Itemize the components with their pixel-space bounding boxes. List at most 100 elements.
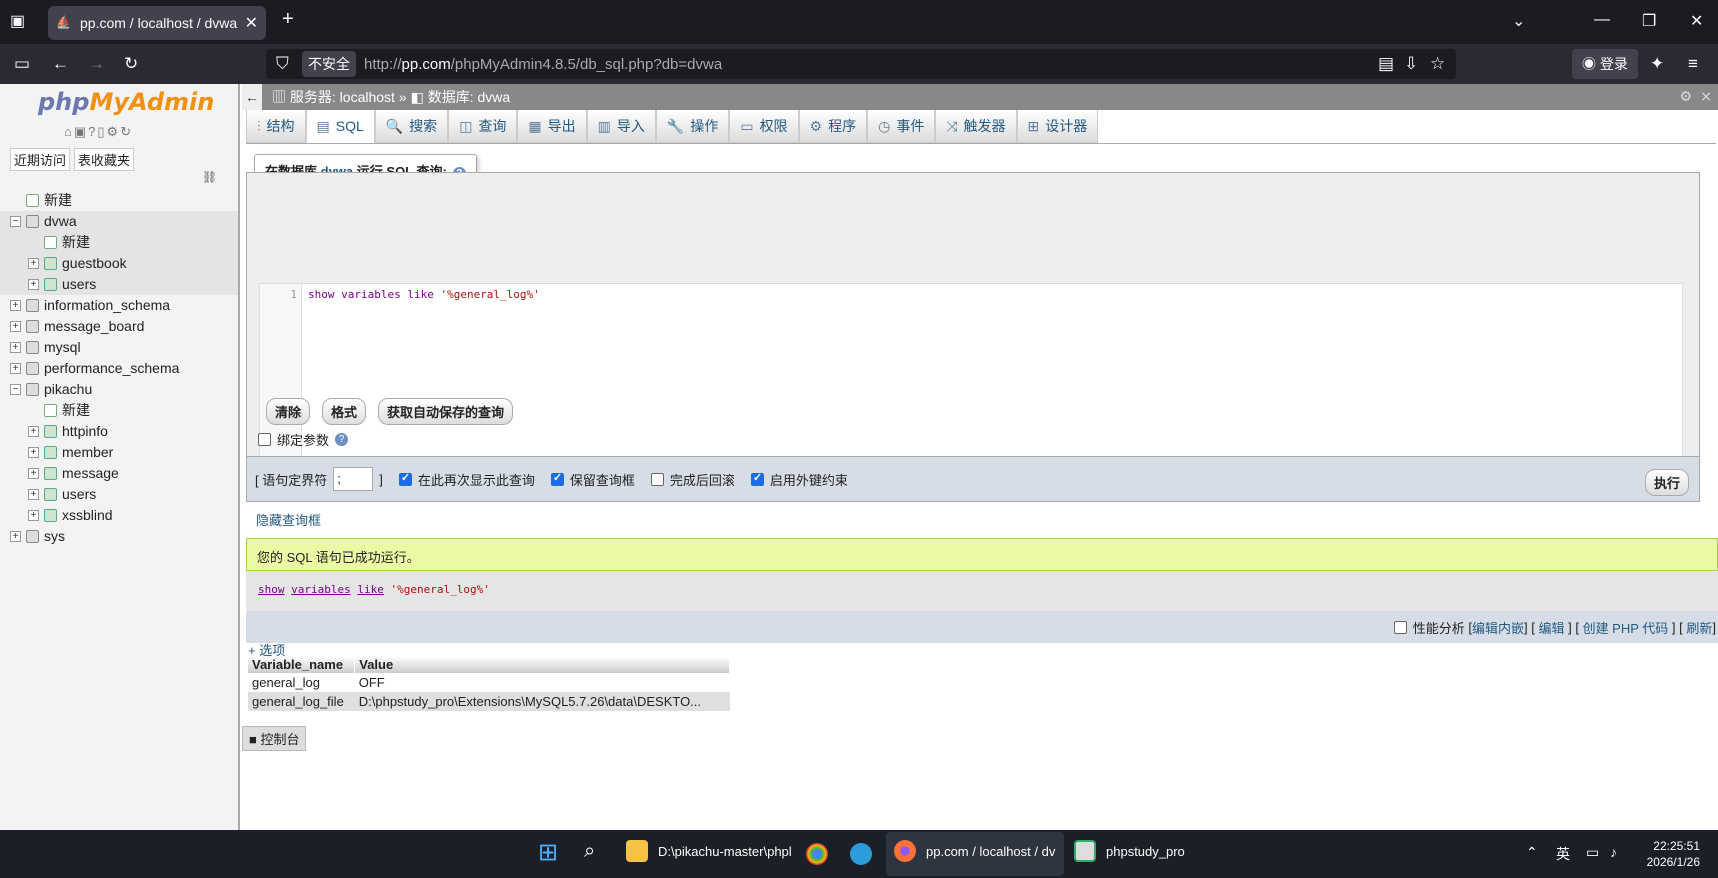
taskbar-firefox[interactable]: pp.com / localhost / dv: [894, 840, 1055, 862]
expand-icon[interactable]: +: [28, 510, 39, 521]
extensions-icon[interactable]: ✦: [1650, 54, 1664, 74]
tab-overview-icon[interactable]: ▣: [10, 11, 25, 31]
rollback-checkbox[interactable]: [650, 472, 664, 486]
minimize-icon[interactable]: —: [1594, 11, 1610, 29]
expand-icon[interactable]: +: [10, 363, 21, 374]
tree-item-label[interactable]: pikachu: [44, 379, 92, 400]
delimiter-input[interactable]: ;: [333, 467, 374, 491]
chrome-icon[interactable]: [806, 843, 828, 865]
sidebar-item-mysql[interactable]: + mysql: [0, 337, 238, 358]
url-text[interactable]: http://pp.com/phpMyAdmin4.8.5/db_sql.php…: [364, 56, 722, 73]
reader-view-icon[interactable]: ▤: [1378, 54, 1394, 74]
expand-icon[interactable]: +: [28, 447, 39, 458]
refresh-link[interactable]: 刷新: [1686, 618, 1712, 637]
sidebar-item-sys[interactable]: + sys: [0, 526, 238, 547]
menu-icon[interactable]: ≡: [1688, 54, 1698, 74]
tab-sql[interactable]: ▤ SQL: [305, 110, 375, 143]
collapse-icon[interactable]: −: [10, 384, 21, 395]
forward-icon[interactable]: →: [88, 54, 105, 74]
sidebar-item-users[interactable]: + users: [0, 274, 238, 295]
tab-search[interactable]: 🔍 搜索: [374, 110, 449, 143]
reload-icon[interactable]: ↻: [124, 54, 138, 74]
volume-icon[interactable]: ♪: [1610, 844, 1617, 860]
sidebar-item-xssblind[interactable]: + xssblind: [0, 505, 238, 526]
network-icon[interactable]: ▭: [1586, 844, 1599, 861]
close-tab-icon[interactable]: ✕: [245, 13, 258, 33]
collapse-icon[interactable]: −: [10, 216, 21, 227]
sidebar-item-information_schema[interactable]: + information_schema: [0, 295, 238, 316]
help-icon[interactable]: ?: [335, 433, 349, 446]
tree-item-label[interactable]: member: [62, 442, 113, 463]
bind-params-checkbox[interactable]: [258, 433, 271, 446]
browser-app-icon[interactable]: [850, 843, 872, 865]
tree-item-label[interactable]: performance_schema: [44, 358, 179, 379]
new-tab-icon[interactable]: +: [282, 8, 294, 31]
clear-button[interactable]: 清除: [266, 398, 311, 425]
expand-icon[interactable]: +: [28, 258, 39, 269]
create-php-link[interactable]: 创建 PHP 代码: [1583, 618, 1669, 637]
table-row[interactable]: general_log OFF: [248, 673, 730, 692]
recent-tab[interactable]: 近期访问: [10, 148, 71, 171]
breadcrumb-server[interactable]: ▥ 服务器: localhost »: [272, 87, 407, 107]
expand-icon[interactable]: +: [10, 300, 21, 311]
tray-chevron-up-icon[interactable]: ⌃: [1526, 844, 1538, 861]
tab-designer[interactable]: ⊞ 设计器: [1016, 110, 1099, 143]
column-header[interactable]: Variable_name: [248, 656, 356, 673]
sidebar-item-message[interactable]: + message: [0, 463, 238, 484]
sidebar-item-pikachu[interactable]: − pikachu: [0, 379, 238, 400]
edit-inline-link[interactable]: 编辑内嵌: [1472, 618, 1524, 637]
search-icon[interactable]: ⌕: [584, 840, 595, 863]
tree-item-label[interactable]: message: [62, 463, 119, 484]
edit-link[interactable]: 编辑: [1538, 618, 1564, 637]
sidebar-item-message_board[interactable]: + message_board: [0, 316, 238, 337]
help-icon[interactable]: ?: [88, 124, 97, 139]
sql-code[interactable]: show variables like '%general_log%': [308, 288, 540, 301]
expand-icon[interactable]: +: [10, 321, 21, 332]
breadcrumb-database[interactable]: ◧ 数据库: dvwa: [411, 87, 511, 107]
tab-structure[interactable]: ⫶ 结构: [246, 110, 306, 143]
logout-icon[interactable]: ▣: [74, 124, 88, 139]
tab-import[interactable]: ▥ 导入: [586, 110, 656, 143]
tab-triggers[interactable]: ⤨ 触发器: [935, 110, 1017, 143]
tab-privileges[interactable]: ▭ 权限: [729, 110, 799, 143]
tree-item-label[interactable]: 新建: [62, 232, 90, 253]
console-tab[interactable]: ■ 控制台: [242, 726, 307, 751]
sql-keyword-link[interactable]: like: [357, 583, 384, 596]
tab-operations[interactable]: 🔧 操作: [655, 110, 730, 143]
sidebar-item-[interactable]: 新建: [0, 400, 238, 421]
expand-icon[interactable]: +: [28, 426, 39, 437]
docs-icon[interactable]: ▯: [97, 124, 106, 139]
sidebar-item-performance_schema[interactable]: + performance_schema: [0, 358, 238, 379]
expand-icon[interactable]: +: [28, 468, 39, 479]
taskbar-phpstudy[interactable]: phpstudy_pro: [1074, 840, 1185, 862]
collapse-top-icon[interactable]: ⨯: [1700, 88, 1712, 105]
sidebar-item-[interactable]: 新建: [0, 232, 238, 253]
profiling-checkbox[interactable]: [1393, 620, 1407, 634]
save-page-icon[interactable]: ⇩: [1404, 54, 1418, 74]
tree-item-label[interactable]: guestbook: [62, 253, 127, 274]
link-with-main-icon[interactable]: ⛓: [202, 170, 217, 184]
system-clock[interactable]: 22:25:51 2026/1/26: [1647, 838, 1700, 870]
expand-icon[interactable]: +: [10, 531, 21, 542]
column-header[interactable]: Value: [354, 656, 730, 673]
table-row[interactable]: general_log_file D:\phpstudy_pro\Extensi…: [248, 692, 730, 711]
tree-item-label[interactable]: information_schema: [44, 295, 170, 316]
home-icon[interactable]: ⌂: [64, 124, 74, 139]
tree-item-label[interactable]: httpinfo: [62, 421, 108, 442]
bookmark-star-icon[interactable]: ☆: [1430, 54, 1445, 74]
keep-box-checkbox[interactable]: [550, 471, 564, 486]
tab-query[interactable]: ◫ 查询: [448, 110, 518, 143]
get-autosaved-button[interactable]: 获取自动保存的查询: [378, 398, 514, 425]
windows-start-icon[interactable]: ⊞: [538, 838, 558, 867]
login-button[interactable]: ◉ 登录: [1572, 49, 1638, 79]
tab-export[interactable]: ▦ 导出: [517, 110, 587, 143]
taskbar-explorer[interactable]: D:\pikachu-master\phpl: [626, 840, 792, 862]
chevron-down-icon[interactable]: ⌄: [1512, 11, 1525, 31]
tab-routines[interactable]: ⚙ 程序: [798, 110, 868, 143]
shield-icon[interactable]: ⛉: [276, 54, 289, 74]
execute-button[interactable]: 执行: [1644, 469, 1689, 496]
tree-item-label[interactable]: 新建: [62, 400, 90, 421]
settings-gear-icon[interactable]: ⚙: [107, 124, 121, 139]
favorites-tab[interactable]: 表收藏夹: [74, 148, 135, 171]
sidebar-item-httpinfo[interactable]: + httpinfo: [0, 421, 238, 442]
